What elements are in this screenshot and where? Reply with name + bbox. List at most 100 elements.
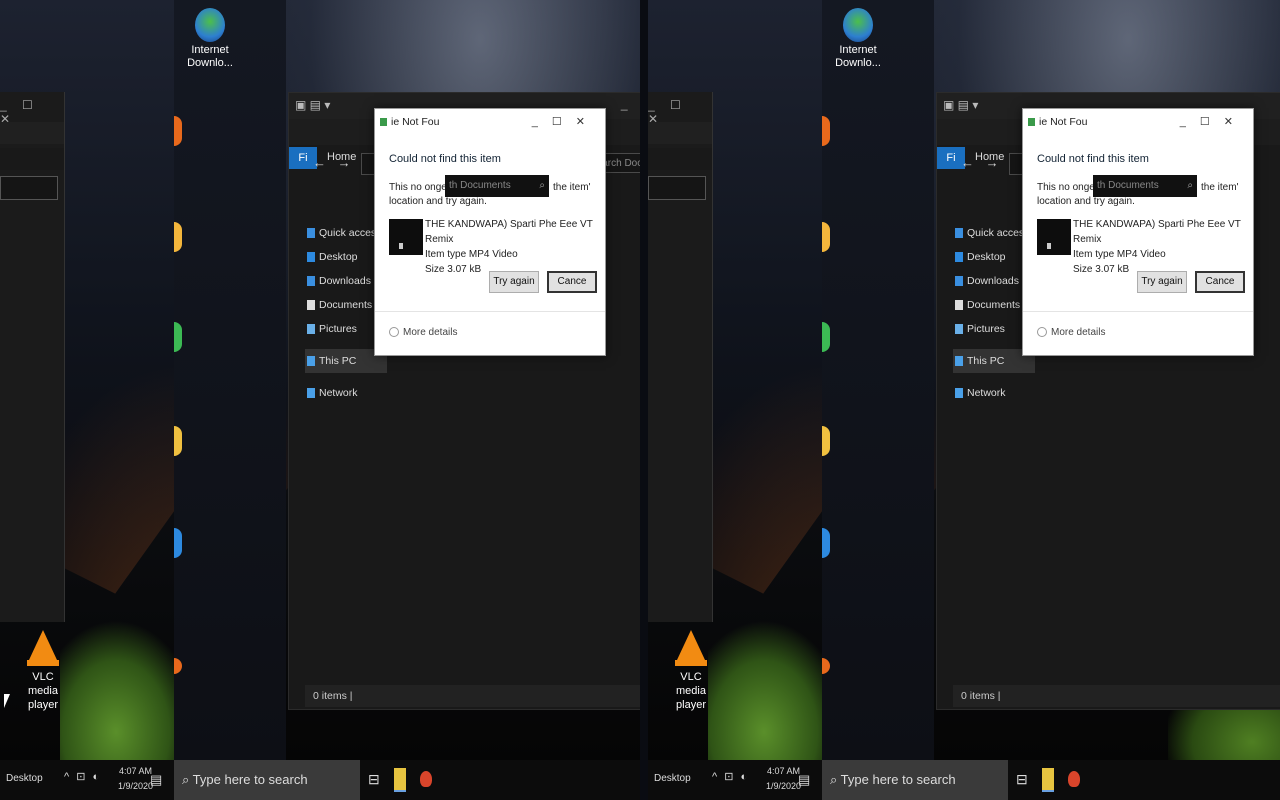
nav-item-network[interactable]: Network [953, 381, 1035, 405]
desktop-icon-column: Internet Downlo... [174, 0, 286, 760]
video-thumbnail [1037, 219, 1071, 255]
background-window-strip: _ ☐ ✕ [0, 92, 65, 622]
task-view-icon[interactable]: ⊟ [1016, 771, 1028, 788]
desktop-icon-label: Internet Downlo... [187, 44, 233, 69]
desktop-icon-label: VLC media player [676, 671, 706, 711]
dialog-message: This no onger located th Documents ⌕ the … [1037, 175, 1241, 209]
video-thumbnail [389, 219, 423, 255]
window-controls-icon[interactable]: _☐✕ [532, 109, 599, 135]
dialog-title: ie Not Fou [1039, 116, 1088, 128]
taskbar: Desktop ^ ⊡ ◐ 4:07 AM 1/9/2020 ▤ ⌕ Type h… [0, 760, 640, 800]
app-taskbar-icon[interactable] [420, 771, 432, 787]
app-icon[interactable] [822, 658, 830, 674]
app-icon[interactable] [822, 222, 830, 252]
app-icon[interactable] [822, 426, 830, 456]
window-controls-icon[interactable]: _☐✕ [1180, 109, 1247, 135]
desktop-icon-vlc[interactable]: VLC media player [20, 620, 66, 712]
desktop-icon-idm[interactable]: Internet Downlo... [830, 8, 886, 70]
idm-icon [843, 8, 873, 42]
star-icon [955, 228, 963, 238]
network-icon [955, 388, 963, 398]
desktop-label[interactable]: Desktop [6, 773, 43, 784]
taskbar: Desktop ^ ⊡ ◐ 4:07 AM 1/9/2020 ▤ ⌕ Type h… [648, 760, 1280, 800]
screen-right: _ ☐ ✕ VLC media player Internet Downlo..… [648, 0, 1280, 800]
dialog-title: ie Not Fou [391, 116, 440, 128]
file-explorer-taskbar-icon[interactable] [394, 768, 406, 792]
overlay-search-box[interactable]: th Documents ⌕ [1093, 175, 1197, 197]
clock[interactable]: 4:07 AM 1/9/2020 [118, 764, 153, 794]
screen-left: _ ☐ ✕ VLC media player Internet Downlo..… [0, 0, 640, 800]
desktop-icon-idm[interactable]: Internet Downlo... [182, 8, 238, 70]
task-view-icon[interactable]: ⊟ [368, 771, 380, 788]
download-icon [955, 276, 963, 286]
chevron-down-icon [1037, 327, 1047, 338]
notification-icon[interactable]: ▤ [150, 772, 162, 788]
app-icon[interactable] [822, 528, 830, 558]
status-bar: 0 items | [953, 685, 1280, 707]
window-controls-icon[interactable]: _ ☐ ✕ [621, 97, 640, 111]
tray-icons[interactable]: ^ ⊡ ◐ [64, 770, 101, 783]
tray-icons[interactable]: ^ ⊡ ◐ [712, 770, 749, 783]
cancel-button[interactable]: Cance [547, 271, 597, 293]
app-icon[interactable] [822, 322, 830, 352]
mouse-cursor-icon [4, 694, 10, 708]
idm-icon [195, 8, 225, 42]
quick-access-toolbar-icon[interactable]: ▣ ▤ ▾ [943, 98, 978, 112]
item-not-found-dialog: ie Not Fou _☐✕ Could not find this item … [374, 108, 606, 356]
app-icon [380, 118, 387, 126]
dialog-heading: Could not find this item [1037, 153, 1149, 165]
search-icon: ⌕ [539, 180, 545, 191]
app-icon[interactable] [174, 222, 182, 252]
dialog-titlebar: ie Not Fou _☐✕ [1023, 109, 1253, 135]
app-icon[interactable] [174, 426, 182, 456]
clock[interactable]: 4:07 AM 1/9/2020 [766, 764, 801, 794]
search-box[interactable] [0, 176, 58, 200]
vlc-icon [677, 630, 705, 660]
vlc-icon [29, 630, 57, 660]
app-icon[interactable] [174, 322, 182, 352]
document-icon [955, 300, 963, 310]
desktop-icon-label: Internet Downlo... [835, 44, 881, 69]
try-again-button[interactable]: Try again [489, 271, 539, 293]
app-icon[interactable] [174, 658, 182, 674]
taskbar-search-input[interactable]: ⌕ Type here to search [822, 760, 1008, 800]
computer-icon [307, 356, 315, 366]
star-icon [307, 228, 315, 238]
cancel-button[interactable]: Cance [1195, 271, 1245, 293]
taskbar-search-input[interactable]: ⌕ Type here to search [174, 760, 360, 800]
notification-icon[interactable]: ▤ [798, 772, 810, 788]
try-again-button[interactable]: Try again [1137, 271, 1187, 293]
dialog-message: This no onger located th Documents ⌕ the … [389, 175, 593, 209]
app-taskbar-icon[interactable] [1068, 771, 1080, 787]
file-details: THE KANDWAPA) Sparti Phe Eee VT Remix It… [1073, 219, 1241, 275]
nav-item-network[interactable]: Network [305, 381, 387, 405]
dialog-titlebar: ie Not Fou _☐✕ [375, 109, 605, 135]
more-details-toggle[interactable]: More details [389, 327, 457, 338]
app-icon [1028, 118, 1035, 126]
item-not-found-dialog: ie Not Fou _☐✕ Could not find this item … [1022, 108, 1254, 356]
overlay-search-box[interactable]: th Documents ⌕ [445, 175, 549, 197]
search-icon: ⌕ [1187, 180, 1193, 191]
quick-access-toolbar-icon[interactable]: ▣ ▤ ▾ [295, 98, 330, 112]
app-icon[interactable] [174, 116, 182, 146]
picture-icon [307, 324, 315, 334]
file-details: THE KANDWAPA) Sparti Phe Eee VT Remix It… [425, 219, 593, 275]
desktop-icon [955, 252, 963, 262]
desktop-icon-label: VLC media player [28, 671, 58, 711]
computer-icon [955, 356, 963, 366]
desktop-icon-vlc[interactable]: VLC media player [668, 620, 714, 712]
picture-icon [955, 324, 963, 334]
app-icon[interactable] [174, 528, 182, 558]
desktop-icon-column: Internet Downlo... [822, 0, 934, 760]
dialog-heading: Could not find this item [389, 153, 501, 165]
more-details-toggle[interactable]: More details [1037, 327, 1105, 338]
download-icon [307, 276, 315, 286]
status-bar: 0 items | [305, 685, 640, 707]
desktop-icon [307, 252, 315, 262]
file-explorer-taskbar-icon[interactable] [1042, 768, 1054, 792]
app-icon[interactable] [822, 116, 830, 146]
chevron-down-icon [389, 327, 399, 338]
search-box[interactable] [648, 176, 706, 200]
network-icon [307, 388, 315, 398]
desktop-label[interactable]: Desktop [654, 773, 691, 784]
